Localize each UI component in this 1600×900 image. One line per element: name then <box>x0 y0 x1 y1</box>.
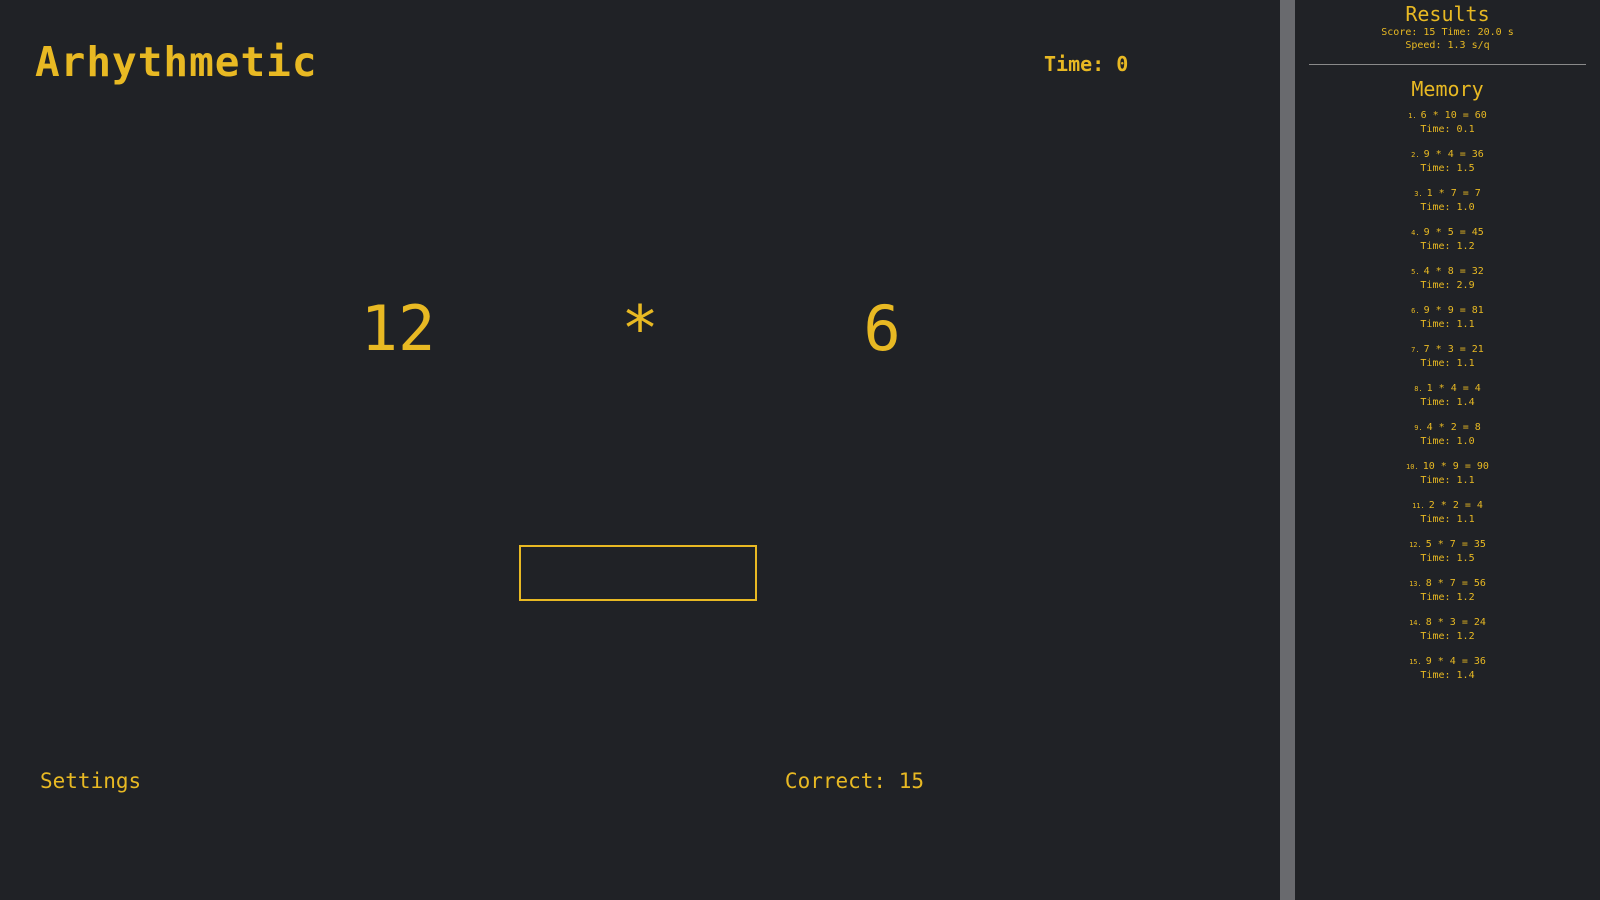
memory-item-number: 3. <box>1414 190 1423 198</box>
right-operand: 6 <box>863 292 901 365</box>
memory-item: 4. 9 * 5 = 45 Time: 1.2 <box>1295 226 1600 265</box>
results-summary: Score: 15 Time: 20.0 s <box>1381 27 1514 38</box>
memory-item-time: Time: 1.1 <box>1420 514 1475 525</box>
memory-item: 12. 5 * 7 = 35 Time: 1.5 <box>1295 538 1600 577</box>
memory-item-number: 6. <box>1411 307 1420 315</box>
memory-item-equation: 4 * 2 = 8 <box>1426 422 1481 433</box>
memory-item-time: Time: 2.9 <box>1420 280 1475 291</box>
memory-item-equation: 9 * 9 = 81 <box>1423 305 1484 316</box>
memory-item: 9. 4 * 2 = 8 Time: 1.0 <box>1295 421 1600 460</box>
results-sidebar: Results Score: 15 Time: 20.0 s Speed: 1.… <box>1295 0 1600 900</box>
memory-item-equation: 8 * 7 = 56 <box>1425 578 1486 589</box>
memory-item-equation: 2 * 2 = 4 <box>1428 500 1483 511</box>
memory-item-equation: 1 * 7 = 7 <box>1426 188 1481 199</box>
results-speed: Speed: 1.3 s/q <box>1405 40 1490 51</box>
memory-item: 2. 9 * 4 = 36 Time: 1.5 <box>1295 148 1600 187</box>
memory-item-equation: 1 * 4 = 4 <box>1426 383 1481 394</box>
memory-item-time: Time: 1.1 <box>1420 358 1475 369</box>
operator-symbol: * <box>621 292 659 365</box>
memory-item: 6. 9 * 9 = 81 Time: 1.1 <box>1295 304 1600 343</box>
memory-item: 7. 7 * 3 = 21 Time: 1.1 <box>1295 343 1600 382</box>
memory-item-equation: 10 * 9 = 90 <box>1422 461 1489 472</box>
memory-item: 3. 1 * 7 = 7 Time: 1.0 <box>1295 187 1600 226</box>
memory-item-number: 9. <box>1414 424 1423 432</box>
memory-list: 1. 6 * 10 = 60 Time: 0.1 2. 9 * 4 = 36 Tim… <box>1295 109 1600 694</box>
memory-item: 10. 10 * 9 = 90 Time: 1.1 <box>1295 460 1600 499</box>
memory-item-number: 8. <box>1414 385 1423 393</box>
memory-item: 1. 6 * 10 = 60 Time: 0.1 <box>1295 109 1600 148</box>
memory-item-number: 2. <box>1411 151 1420 159</box>
sidebar-divider <box>1280 0 1295 900</box>
settings-link[interactable]: Settings <box>40 769 141 793</box>
memory-item-time: Time: 1.2 <box>1420 241 1475 252</box>
memory-item-equation: 7 * 3 = 21 <box>1423 344 1484 355</box>
memory-item-equation: 9 * 5 = 45 <box>1423 227 1484 238</box>
memory-item-number: 13. <box>1409 580 1422 588</box>
memory-item-number: 5. <box>1411 268 1420 276</box>
main-panel: Arhythmetic Time: 0 12 * 6 Settings Corr… <box>0 0 1280 900</box>
memory-item-number: 7. <box>1411 346 1420 354</box>
answer-input[interactable] <box>519 545 757 601</box>
memory-item-equation: 5 * 7 = 35 <box>1425 539 1486 550</box>
memory-item: 13. 8 * 7 = 56 Time: 1.2 <box>1295 577 1600 616</box>
memory-item-time: Time: 1.5 <box>1420 553 1475 564</box>
sidebar-separator <box>1309 64 1586 65</box>
memory-item: 11. 2 * 2 = 4 Time: 1.1 <box>1295 499 1600 538</box>
memory-item-time: Time: 1.2 <box>1420 592 1475 603</box>
app-title: Arhythmetic <box>35 38 318 86</box>
memory-item-time: Time: 1.4 <box>1420 670 1475 681</box>
memory-item: 5. 4 * 8 = 32 Time: 2.9 <box>1295 265 1600 304</box>
memory-item-number: 15. <box>1409 658 1422 666</box>
memory-item-number: 4. <box>1411 229 1420 237</box>
memory-item-equation: 8 * 3 = 24 <box>1425 617 1486 628</box>
memory-item-number: 12. <box>1409 541 1422 549</box>
memory-item: 8. 1 * 4 = 4 Time: 1.4 <box>1295 382 1600 421</box>
results-title: Results <box>1405 2 1490 26</box>
memory-item-number: 14. <box>1409 619 1422 627</box>
memory-item-time: Time: 1.1 <box>1420 475 1475 486</box>
memory-item-equation: 6 * 10 = 60 <box>1420 110 1487 121</box>
memory-item-time: Time: 1.0 <box>1420 202 1475 213</box>
memory-item-number: 10. <box>1406 463 1419 471</box>
memory-item-equation: 9 * 4 = 36 <box>1425 656 1486 667</box>
memory-item-time: Time: 1.4 <box>1420 397 1475 408</box>
memory-item-time: Time: 1.0 <box>1420 436 1475 447</box>
memory-item-equation: 9 * 4 = 36 <box>1423 149 1484 160</box>
left-operand: 12 <box>360 292 436 365</box>
memory-item-time: Time: 1.5 <box>1420 163 1475 174</box>
memory-item-number: 1. <box>1408 112 1417 120</box>
correct-count: Correct: 15 <box>784 769 924 793</box>
memory-title: Memory <box>1411 77 1484 101</box>
memory-item-time: Time: 1.1 <box>1420 319 1475 330</box>
memory-item-number: 11. <box>1412 502 1425 510</box>
memory-item: 14. 8 * 3 = 24 Time: 1.2 <box>1295 616 1600 655</box>
memory-item: 15. 9 * 4 = 36 Time: 1.4 <box>1295 655 1600 694</box>
memory-item-time: Time: 0.1 <box>1420 124 1475 135</box>
memory-item-time: Time: 1.2 <box>1420 631 1475 642</box>
timer: Time: 0 <box>1044 52 1129 76</box>
memory-item-equation: 4 * 8 = 32 <box>1423 266 1484 277</box>
